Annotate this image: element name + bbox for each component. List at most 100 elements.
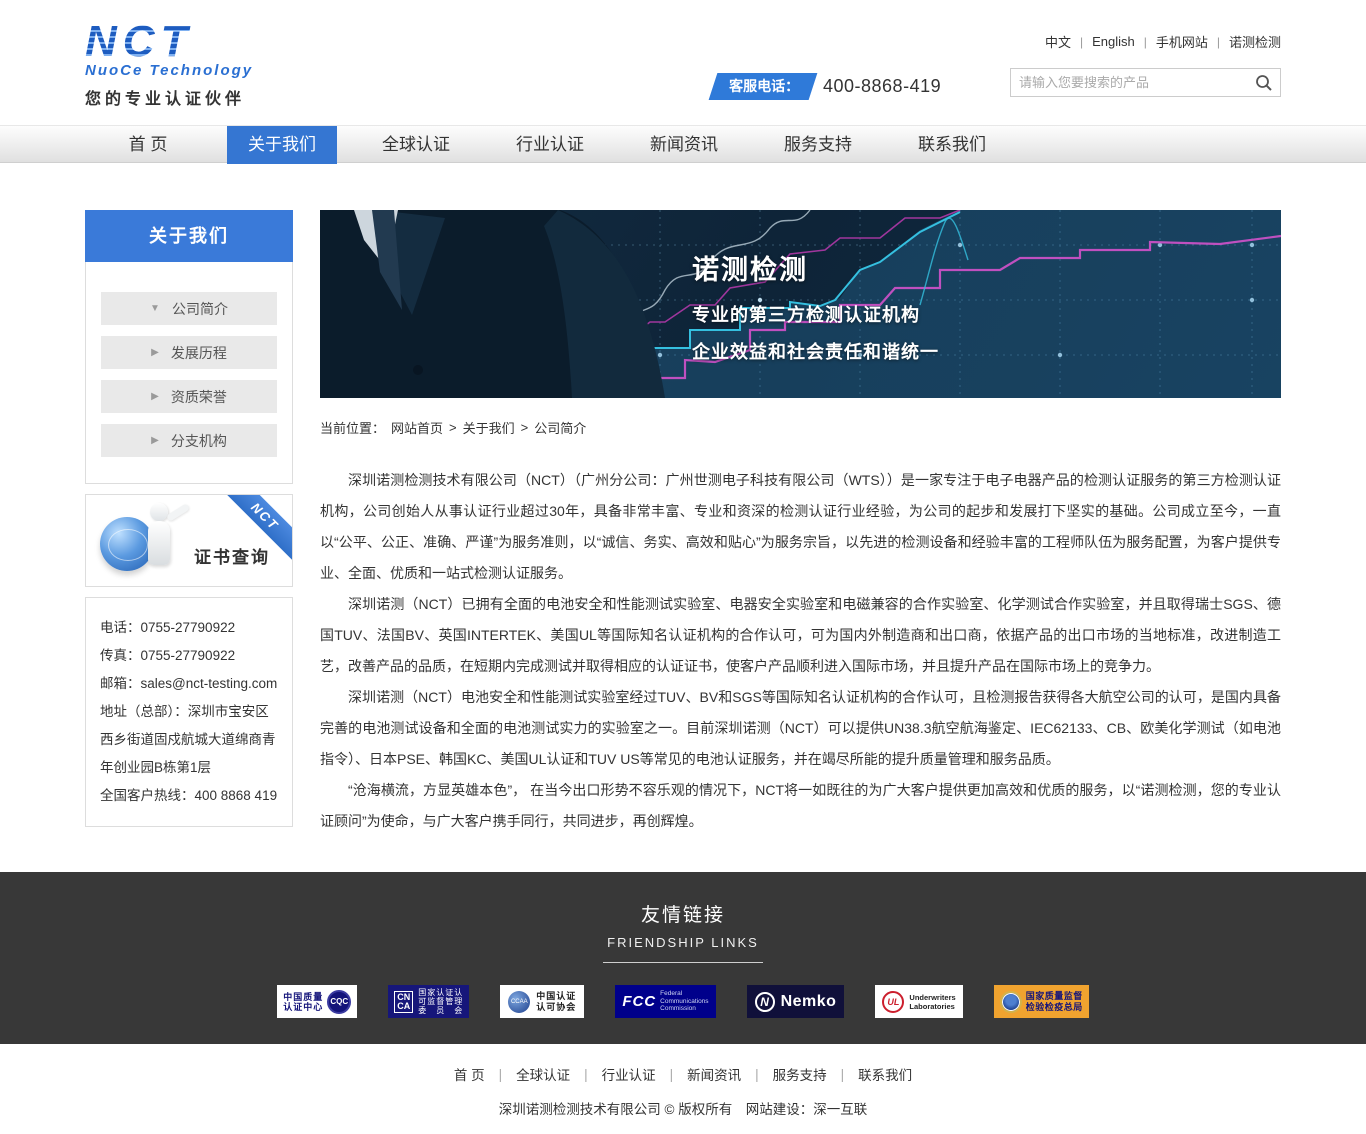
sidebar-item-history[interactable]: ▶ 发展历程: [101, 336, 277, 369]
triangle-down-icon: ▼: [150, 303, 160, 314]
separator: |: [670, 1067, 674, 1082]
link-mobile-site[interactable]: 手机网站: [1156, 32, 1208, 51]
friendship-links-title-en: FRIENDSHIP LINKS: [603, 935, 763, 963]
cqc-globe-icon: CQC: [327, 990, 351, 1014]
footer-friendship-links: 友情链接 FRIENDSHIP LINKS 中国质量 认证中心 CQC CN C…: [0, 872, 1366, 1044]
main-navigation: 首 页 关于我们 全球认证 行业认证 新闻资讯 服务支持 联系我们: [0, 125, 1366, 163]
nav-item-home[interactable]: 首 页: [93, 126, 203, 164]
paragraph-1: 深圳诺测检测技术有限公司（NCT）（广州分公司：广州世测电子科技有限公司（WTS…: [320, 465, 1281, 589]
link-english[interactable]: English: [1092, 34, 1135, 49]
banner-subtitle-1: 专业的第三方检测认证机构: [692, 297, 939, 334]
contact-address: 地址（总部）：深圳市宝安区西乡街道固戍航城大道绵商青年创业园B栋第1层: [100, 698, 278, 782]
service-phone: 客服电话： 400-8868-419: [713, 73, 941, 100]
nemko-text: Nemko: [781, 993, 837, 1011]
banner-text: 诺测检测 专业的第三方检测认证机构 企业效益和社会责任和谐统一: [692, 248, 939, 371]
footer-link-home[interactable]: 首 页: [454, 1064, 485, 1084]
cqc-text: 中国质量: [283, 992, 323, 1002]
ul-logo[interactable]: UL Underwriters Laboratories: [875, 985, 962, 1018]
content-column: 诺测检测 专业的第三方检测认证机构 企业效益和社会责任和谐统一 当前位置： 网站…: [320, 210, 1281, 837]
sidebar-title: 关于我们: [85, 210, 293, 262]
service-phone-number: 400-8868-419: [823, 76, 941, 97]
footer-link-global-cert[interactable]: 全球认证: [516, 1064, 570, 1084]
figure-icon: [166, 503, 190, 522]
cnca-text: 可监督管理: [418, 997, 463, 1006]
footer-link-news[interactable]: 新闻资讯: [687, 1064, 741, 1084]
sidebar-item-branches[interactable]: ▶ 分支机构: [101, 424, 277, 457]
footer-link-industry-cert[interactable]: 行业认证: [602, 1064, 656, 1084]
breadcrumb-parent[interactable]: 关于我们: [463, 418, 515, 437]
businessman-image: [320, 210, 680, 398]
fcc-text: Commission: [660, 1005, 708, 1013]
breadcrumb-separator: >: [521, 420, 529, 435]
nav-item-global-cert[interactable]: 全球认证: [361, 126, 471, 164]
fcc-mark: FCC: [622, 993, 656, 1010]
cnca-text: 委 员 会: [418, 1006, 463, 1015]
main-area: 关于我们 ▼ 公司简介 ▶ 发展历程 ▶ 资质荣誉 ▶ 分支机构 NCT: [85, 210, 1281, 837]
service-phone-badge: 客服电话：: [709, 73, 818, 100]
fcc-logo[interactable]: FCC Federal Communications Commission: [615, 985, 715, 1018]
copyright: 深圳诺测检测技术有限公司 © 版权所有 网站建设：深一互联: [0, 1098, 1366, 1118]
fcc-text: Communications: [660, 998, 708, 1006]
separator: |: [499, 1067, 503, 1082]
separator: |: [1144, 35, 1147, 49]
paragraph-2: 深圳诺测（NCT）已拥有全面的电池安全和性能测试实验室、电器安全实验室和电磁兼容…: [320, 589, 1281, 682]
ccaa-text: 认可协会: [536, 1002, 576, 1013]
contact-hotline: 全国客户热线：400 8868 419: [100, 782, 278, 810]
nav-item-about[interactable]: 关于我们: [227, 126, 337, 164]
cqc-logo[interactable]: 中国质量 认证中心 CQC: [277, 985, 357, 1018]
triangle-right-icon: ▶: [151, 391, 159, 402]
breadcrumb: 当前位置： 网站首页 > 关于我们 > 公司简介: [320, 418, 1281, 437]
triangle-right-icon: ▶: [151, 435, 159, 446]
cnca-mark-icon: CN CA: [394, 991, 413, 1013]
search-icon: [1255, 74, 1273, 92]
bottom-footer: 首 页 | 全球认证 | 行业认证 | 新闻资讯 | 服务支持 | 联系我们 深…: [0, 1044, 1366, 1134]
ul-text: Underwriters: [909, 993, 955, 1002]
paragraph-3: 深圳诺测（NCT）电池安全和性能测试实验室经过TUV、BV和SGS等国际知名认证…: [320, 682, 1281, 775]
aqsiq-text: 检验检疫总局: [1026, 1002, 1083, 1013]
breadcrumb-home[interactable]: 网站首页: [391, 418, 443, 437]
separator: |: [841, 1067, 845, 1082]
nemko-logo[interactable]: N Nemko: [747, 985, 845, 1018]
company-profile-article: 深圳诺测检测技术有限公司（NCT）（广州分公司：广州世测电子科技有限公司（WTS…: [320, 465, 1281, 837]
sidebar-menu: ▼ 公司简介 ▶ 发展历程 ▶ 资质荣誉 ▶ 分支机构: [85, 262, 293, 484]
link-brand[interactable]: 诺测检测: [1229, 32, 1281, 51]
search-bar: [1010, 68, 1281, 97]
nav-item-contact[interactable]: 联系我们: [897, 126, 1007, 164]
sidebar-item-label: 发展历程: [171, 343, 227, 363]
search-button[interactable]: [1248, 69, 1280, 96]
site-logo[interactable]: NCT NuoCe Technology 您的专业认证伙伴: [85, 20, 253, 109]
link-chinese[interactable]: 中文: [1045, 32, 1071, 51]
sidebar-item-company-profile[interactable]: ▼ 公司简介: [101, 292, 277, 325]
aqsiq-text: 国家质量监督: [1026, 991, 1083, 1002]
separator: |: [1080, 35, 1083, 49]
ccaa-globe-icon: CCAA: [508, 991, 530, 1013]
footer-link-contact[interactable]: 联系我们: [858, 1064, 912, 1084]
separator: |: [1217, 35, 1220, 49]
breadcrumb-separator: >: [449, 420, 457, 435]
sidebar-item-honors[interactable]: ▶ 资质荣誉: [101, 380, 277, 413]
nav-item-support[interactable]: 服务支持: [763, 126, 873, 164]
nav-item-news[interactable]: 新闻资讯: [629, 126, 739, 164]
language-links: 中文 | English | 手机网站 | 诺测检测: [1045, 32, 1281, 51]
breadcrumb-current: 公司简介: [534, 418, 586, 437]
search-input[interactable]: [1011, 75, 1248, 90]
certificate-query-banner[interactable]: NCT 证书查询: [85, 494, 293, 587]
page-banner: 诺测检测 专业的第三方检测认证机构 企业效益和社会责任和谐统一: [320, 210, 1281, 398]
contact-fax: 传真：0755-27790922: [100, 642, 278, 670]
aqsiq-logo[interactable]: 国家质量监督 检验检疫总局: [994, 985, 1089, 1018]
triangle-right-icon: ▶: [151, 347, 159, 358]
banner-subtitle-2: 企业效益和社会责任和谐统一: [692, 334, 939, 371]
sidebar-item-label: 资质荣誉: [171, 387, 227, 407]
breadcrumb-label: 当前位置：: [320, 418, 385, 437]
ccaa-logo[interactable]: CCAA 中国认证 认可协会: [500, 985, 584, 1018]
figure-icon: [148, 521, 170, 565]
footer-link-support[interactable]: 服务支持: [773, 1064, 827, 1084]
certificate-query-label: 证书查询: [194, 543, 270, 568]
nav-item-industry-cert[interactable]: 行业认证: [495, 126, 605, 164]
logo-tagline: 您的专业认证伙伴: [85, 85, 253, 109]
cnca-text: 国家认证认: [418, 988, 463, 997]
ul-text: Laboratories: [909, 1002, 955, 1011]
figure-icon: [150, 503, 168, 521]
ccaa-text: 中国认证: [536, 991, 576, 1002]
cnca-logo[interactable]: CN CA 国家认证认 可监督管理 委 员 会: [388, 985, 469, 1018]
